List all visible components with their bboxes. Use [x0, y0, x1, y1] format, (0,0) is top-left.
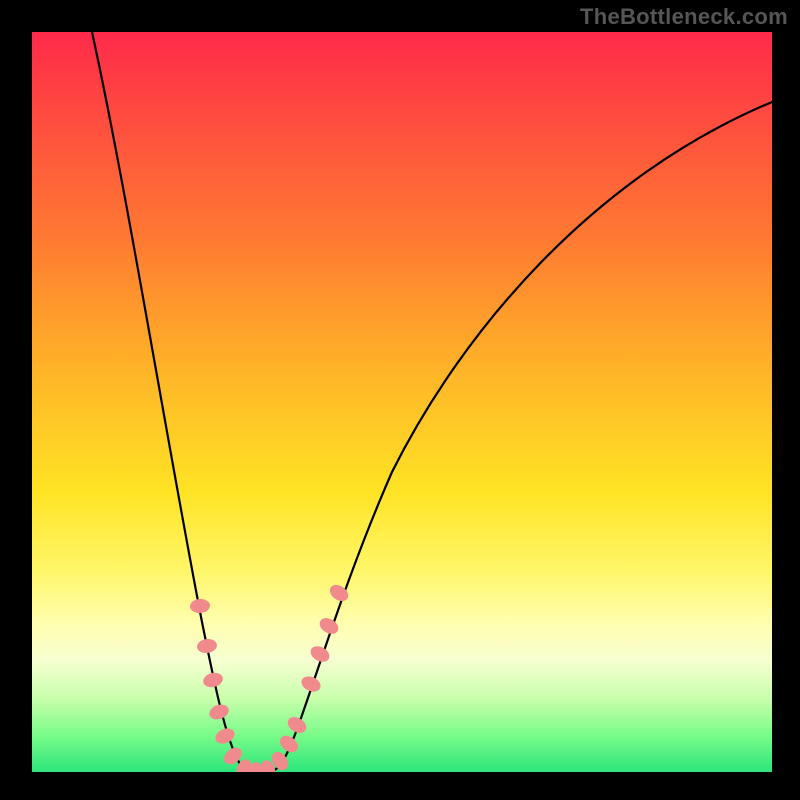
- watermark-text: TheBottleneck.com: [580, 4, 788, 30]
- markers-group: [190, 582, 352, 772]
- data-marker: [190, 598, 211, 613]
- data-marker: [285, 714, 309, 736]
- chart-stage: TheBottleneck.com: [0, 0, 800, 800]
- data-marker: [196, 638, 218, 655]
- bottleneck-curve: [92, 32, 772, 772]
- plot-area: [32, 32, 772, 772]
- data-marker: [202, 671, 225, 689]
- data-marker: [277, 732, 301, 755]
- data-marker: [207, 702, 231, 722]
- plot-svg: [32, 32, 772, 772]
